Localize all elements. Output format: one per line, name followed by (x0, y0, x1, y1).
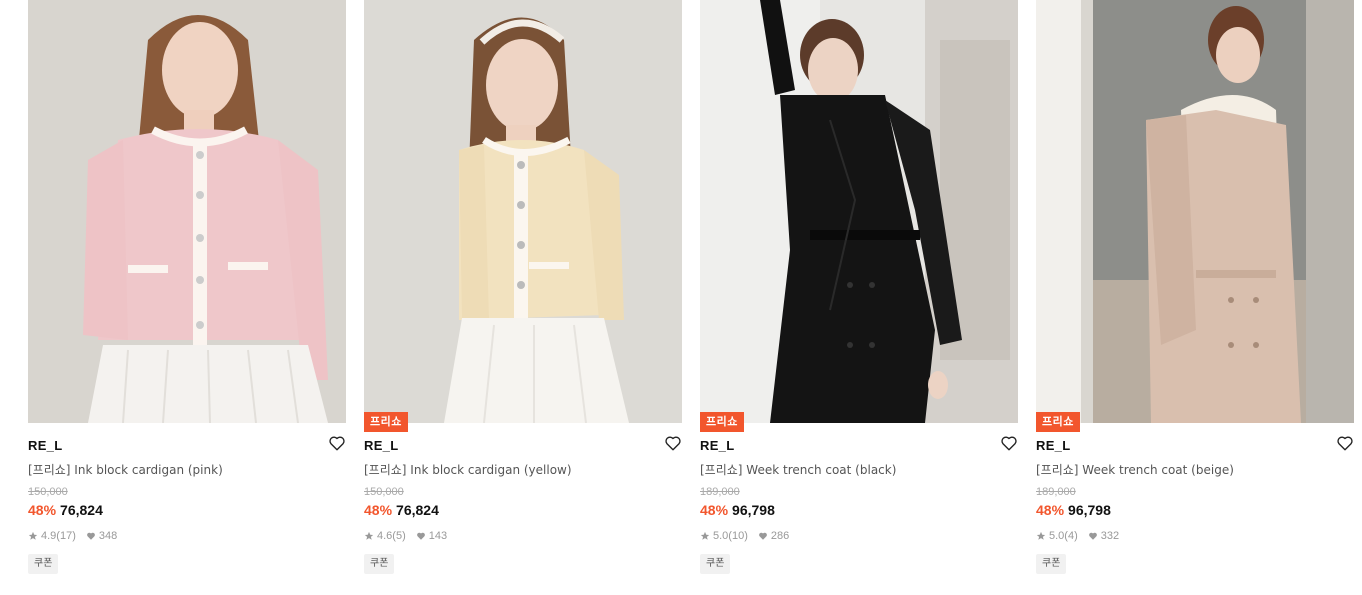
review-count: (17) (56, 530, 76, 542)
product-stats: 4.6 (5) 143 (364, 530, 447, 542)
review-count: (5) (392, 530, 406, 542)
discount-rate: 48% (28, 502, 57, 518)
preshow-badge: 프리쇼 (700, 412, 744, 432)
coupon-tag: 쿠폰 (1036, 554, 1067, 574)
heart-filled-icon (758, 532, 767, 540)
heart-outline-icon[interactable] (664, 434, 682, 452)
product-card[interactable]: RE_L [프리쇼] Ink block cardigan (pink) 150… (28, 0, 346, 595)
coupon-tag: 쿠폰 (28, 554, 59, 574)
product-stats: 5.0 (4) 332 (1036, 530, 1119, 542)
heart-outline-icon[interactable] (328, 434, 346, 452)
heart-outline-icon[interactable] (1000, 434, 1018, 452)
discount-rate: 48% (364, 502, 393, 518)
product-title[interactable]: [프리쇼] Week trench coat (black) (700, 461, 896, 478)
product-image[interactable] (28, 0, 346, 423)
sale-price: 76,824 (396, 502, 439, 518)
like-count: 348 (98, 530, 118, 542)
review-count: (10) (728, 530, 748, 542)
product-title[interactable]: [프리쇼] Ink block cardigan (yellow) (364, 461, 572, 478)
like-count: 286 (770, 530, 790, 542)
brand-name[interactable]: RE_L (1036, 438, 1070, 453)
discount-rate: 48% (700, 502, 729, 518)
sale-price: 96,798 (732, 502, 775, 518)
product-card[interactable]: 프리쇼 RE_L [프리쇼] Week trench coat (black) … (700, 0, 1018, 595)
star-icon (28, 531, 38, 540)
product-stats: 5.0 (10) 286 (700, 530, 789, 542)
original-price: 150,000 (28, 486, 68, 498)
original-price: 189,000 (1036, 486, 1076, 498)
star-icon (700, 531, 710, 540)
heart-filled-icon (1088, 532, 1097, 540)
price-row: 48% 76,824 (364, 502, 439, 518)
product-card[interactable]: 프리쇼 RE_L [프리쇼] Ink block cardigan (yello… (364, 0, 682, 595)
review-count: (4) (1064, 530, 1078, 542)
coupon-tag: 쿠폰 (700, 554, 731, 574)
star-icon (364, 531, 374, 540)
original-price: 150,000 (364, 486, 404, 498)
rating-value: 5.0 (1049, 530, 1065, 542)
product-grid: RE_L [프리쇼] Ink block cardigan (pink) 150… (28, 0, 1358, 595)
preshow-badge: 프리쇼 (1036, 412, 1080, 432)
heart-filled-icon (416, 532, 425, 540)
price-row: 48% 96,798 (1036, 502, 1111, 518)
brand-name[interactable]: RE_L (28, 438, 62, 453)
rating-value: 4.6 (377, 530, 393, 542)
brand-name[interactable]: RE_L (364, 438, 398, 453)
rating-value: 4.9 (41, 530, 57, 542)
discount-rate: 48% (1036, 502, 1065, 518)
product-image[interactable] (364, 0, 682, 423)
preshow-badge: 프리쇼 (364, 412, 408, 432)
coupon-tag: 쿠폰 (364, 554, 395, 574)
product-stats: 4.9 (17) 348 (28, 530, 117, 542)
price-row: 48% 76,824 (28, 502, 103, 518)
like-count: 143 (428, 530, 448, 542)
price-row: 48% 96,798 (700, 502, 775, 518)
star-icon (1036, 531, 1046, 540)
heart-outline-icon[interactable] (1336, 434, 1354, 452)
rating-value: 5.0 (713, 530, 729, 542)
product-title[interactable]: [프리쇼] Week trench coat (beige) (1036, 461, 1234, 478)
like-count: 332 (1100, 530, 1120, 542)
brand-name[interactable]: RE_L (700, 438, 734, 453)
sale-price: 76,824 (60, 502, 103, 518)
product-image[interactable] (1036, 0, 1354, 423)
sale-price: 96,798 (1068, 502, 1111, 518)
original-price: 189,000 (700, 486, 740, 498)
product-title[interactable]: [프리쇼] Ink block cardigan (pink) (28, 461, 223, 478)
heart-filled-icon (86, 532, 95, 540)
product-image[interactable] (700, 0, 1018, 423)
product-card[interactable]: 프리쇼 RE_L [프리쇼] Week trench coat (beige) … (1036, 0, 1354, 595)
